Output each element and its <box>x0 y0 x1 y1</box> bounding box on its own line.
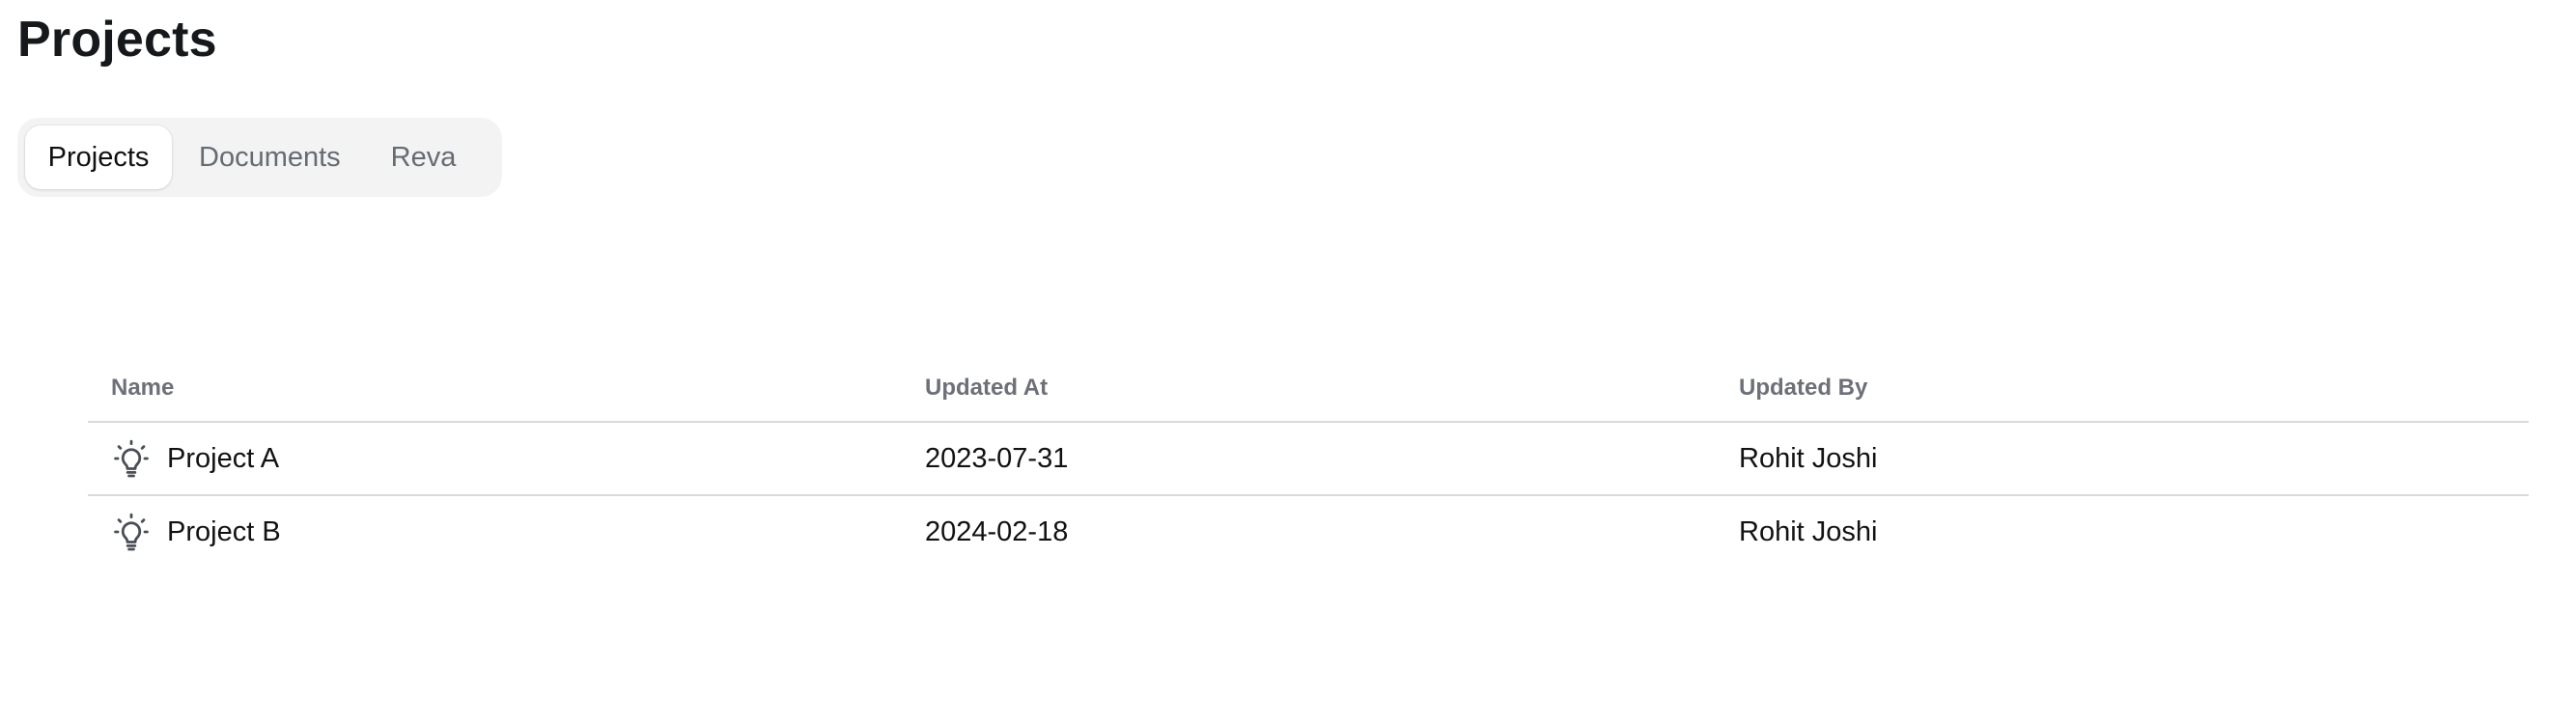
updated-by-cell: Rohit Joshi <box>1739 515 1878 547</box>
lightbulb-icon <box>111 438 152 479</box>
project-name-cell[interactable]: Project B <box>88 495 902 568</box>
lightbulb-icon <box>111 512 152 552</box>
project-name-cell[interactable]: Project A <box>88 422 902 496</box>
page-title: Projects <box>17 12 217 68</box>
column-header-updated-at[interactable]: Updated At <box>902 355 1716 423</box>
column-header-name[interactable]: Name <box>88 355 902 423</box>
column-header-updated-by[interactable]: Updated By <box>1716 355 2529 423</box>
tab-bar: Projects Documents Reva <box>17 118 502 197</box>
table-row[interactable]: Project A 2023-07-31 Rohit Joshi <box>88 422 2529 496</box>
table-header-row: Name Updated At Updated By <box>88 355 2529 423</box>
tab-projects[interactable]: Projects <box>25 125 172 189</box>
updated-by-cell: Rohit Joshi <box>1716 422 2529 496</box>
projects-table: Name Updated At Updated By Project A 202… <box>88 355 2529 568</box>
table-row[interactable]: Project B 2024-02-18 Rohit Joshi <box>88 495 2529 568</box>
updated-at-cell: 2024-02-18 <box>925 515 1069 547</box>
project-name[interactable]: Project B <box>167 516 281 548</box>
tab-documents[interactable]: Documents <box>176 125 364 189</box>
updated-at-cell: 2023-07-31 <box>902 422 1716 496</box>
tab-reva[interactable]: Reva <box>368 125 480 189</box>
project-name[interactable]: Project A <box>167 443 279 475</box>
projects-page: Projects Projects Documents Reva Name Up… <box>0 0 2576 724</box>
